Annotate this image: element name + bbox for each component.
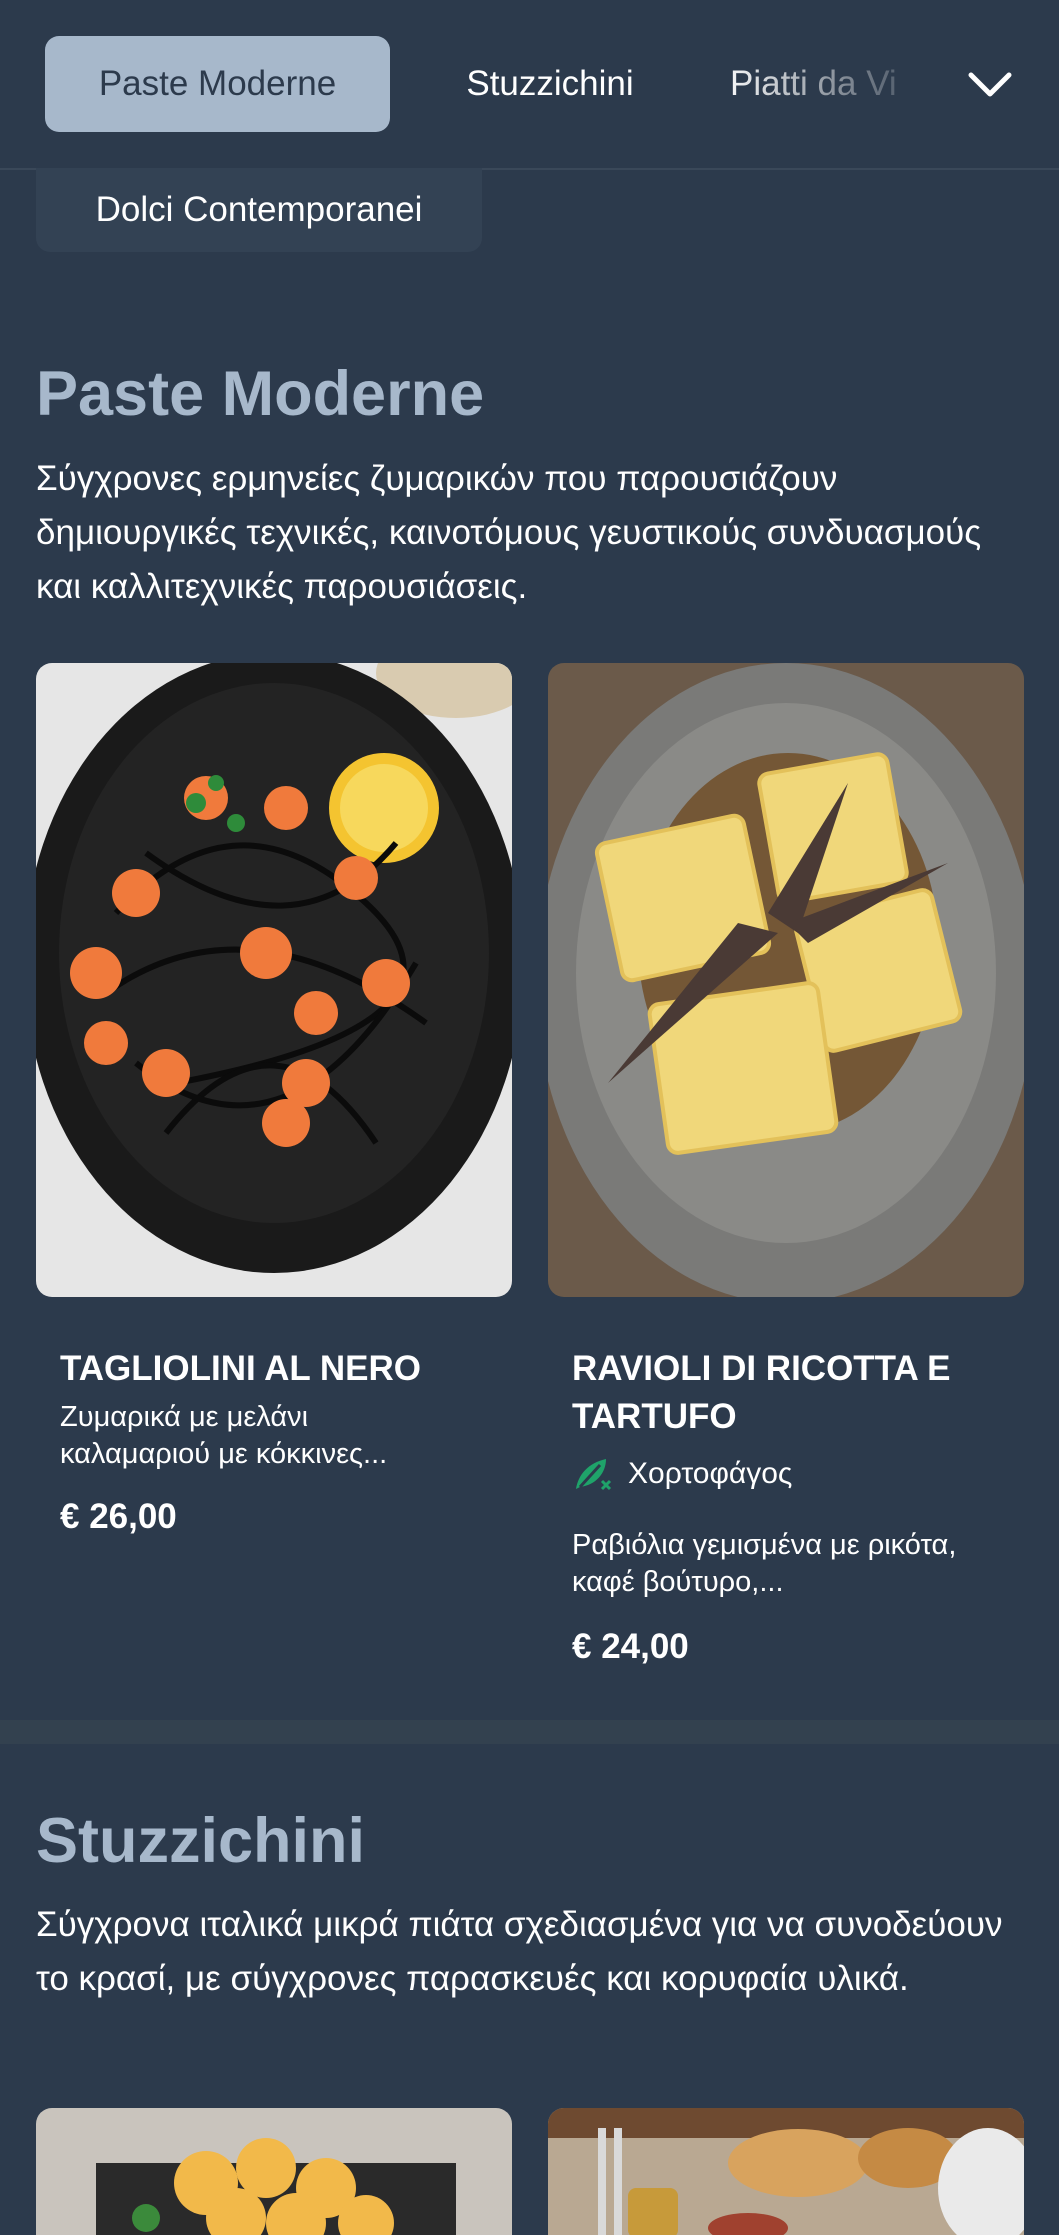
vegetarian-tag: Χορτοφάγος — [572, 1455, 792, 1493]
section-description: Σύγχρονα ιταλικά μικρά πιάτα σχεδιασμένα… — [36, 1905, 1003, 1998]
category-nav: Paste Moderne Stuzzichini Piatti da Vi — [0, 0, 1059, 170]
section-description: Σύγχρονες ερμηνείες ζυμαρικών που παρουσ… — [36, 459, 982, 606]
dish-price: € 26,00 — [60, 1497, 177, 1536]
dish-name: TAGLIOLINI AL NERO — [60, 1349, 422, 1388]
dish-image[interactable] — [548, 2108, 1024, 2235]
tab-paste-moderne[interactable]: Paste Moderne — [45, 36, 390, 132]
section-divider — [0, 1720, 1059, 1744]
vegetarian-leaf-icon — [576, 1459, 612, 1491]
dish-image[interactable] — [548, 663, 1024, 1297]
tab-piatti[interactable]: Piatti da Vi — [730, 36, 960, 132]
parmesan-crisps-photo — [36, 2108, 512, 2235]
ravioli-truffle-photo — [548, 663, 1024, 1297]
dish-name: RAVIOLI DI RICOTTA E TARTUFO — [572, 1349, 951, 1436]
section-title: Stuzzichini — [36, 1806, 365, 1876]
bruschetta-board-photo — [548, 2108, 1024, 2235]
dish-image[interactable] — [36, 2108, 512, 2235]
chevron-down-icon[interactable] — [955, 50, 1025, 120]
squid-ink-pasta-photo — [36, 663, 512, 1297]
tab-dolci-contemporanei[interactable]: Dolci Contemporanei — [36, 168, 482, 252]
vegetarian-label: Χορτοφάγος — [628, 1457, 793, 1490]
dish-description: Ζυμαρικά με μελάνι καλαμαριού με κόκκινε… — [60, 1401, 388, 1470]
dish-image[interactable] — [36, 663, 512, 1297]
section-title: Paste Moderne — [36, 359, 485, 429]
dish-description: Ραβιόλια γεμισμένα με ρικότα, καφέ βούτυ… — [572, 1529, 957, 1598]
tab-stuzzichini[interactable]: Stuzzichini — [420, 36, 680, 132]
dish-price: € 24,00 — [572, 1627, 689, 1666]
